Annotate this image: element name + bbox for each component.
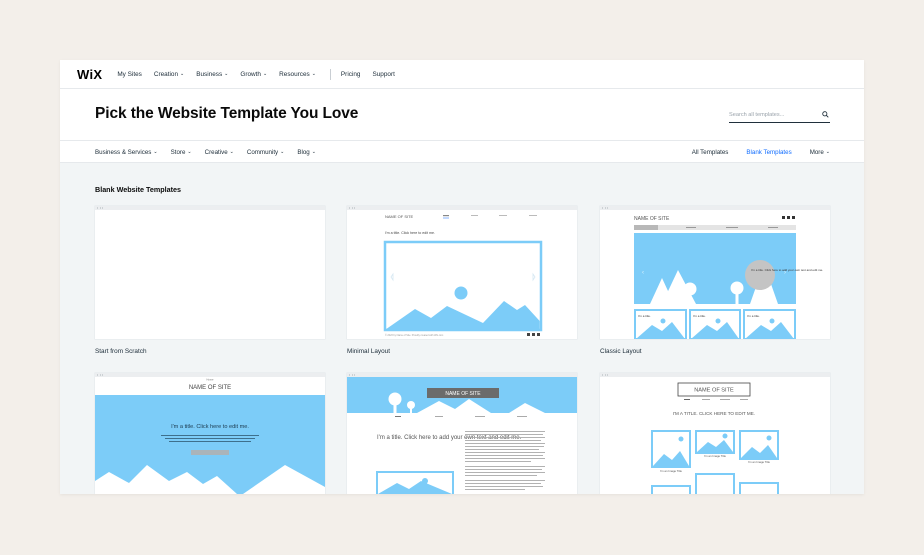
nav-my-sites[interactable]: My Sites — [117, 71, 142, 78]
nav-resources[interactable]: Resources ⌄ — [279, 71, 316, 78]
chevron-down-icon: ⌄ — [224, 71, 229, 77]
category-label: Business & Services — [95, 148, 152, 156]
more-menu[interactable]: More ⌄ — [810, 149, 830, 156]
nav-my-sites-label: My Sites — [117, 70, 142, 78]
thumb-site-name: NAME OF SITE — [445, 391, 481, 397]
category-label: Store — [170, 148, 186, 156]
top-nav: WiX My Sites Creation ⌄ Business ⌄ Growth ⌄… — [60, 60, 864, 89]
template-4-thumbnail: Home NAME OF SITE I'm a title. Click her… — [95, 378, 325, 494]
category-list: Business & Services ⌄ Store ⌄ Creative ⌄ Co… — [95, 141, 329, 163]
chevron-down-icon: ⌄ — [825, 149, 830, 155]
chevron-down-icon: ⌄ — [187, 149, 192, 155]
minimal-layout-thumbnail: NAME OF SITE I'm a title. Click here to … — [383, 214, 543, 337]
template-name[interactable]: Classic Layout — [600, 348, 642, 355]
category-store[interactable]: Store ⌄ — [171, 149, 192, 156]
nav-creation-label: Creation — [153, 70, 179, 78]
template-card-4[interactable]: Home NAME OF SITE I'm a title. Click her… — [95, 373, 325, 494]
wix-window: WiX My Sites Creation ⌄ Business ⌄ Growth ⌄… — [60, 60, 864, 494]
thumb-home-link: Home — [207, 378, 214, 382]
nav-business-label: Business — [196, 70, 223, 78]
thumb-footer: © 2023 by Name of Site. Proudly created … — [385, 334, 443, 337]
browser-bar — [95, 206, 325, 210]
chevron-down-icon: ⌄ — [180, 71, 185, 77]
thumb-site-name: NAME OF SITE — [634, 216, 670, 222]
nav-creation[interactable]: Creation ⌄ — [154, 71, 184, 78]
nav-business[interactable]: Business ⌄ — [196, 71, 228, 78]
thumb-bubble-text: I'm a title. Click here to add your own … — [751, 268, 823, 272]
blank-templates-link[interactable]: Blank Templates — [746, 149, 791, 156]
template-6-thumbnail: NAME OF SITE I'M A TITLE. CLICK HERE TO … — [651, 382, 779, 494]
thumb-site-name: NAME OF SITE — [694, 388, 734, 394]
thumb-title: I'm a title. Click here to edit me. — [171, 424, 249, 430]
template-card-5[interactable]: NAME OF SITE I'm a title. Click here to … — [347, 373, 577, 494]
template-filter-links: All Templates Blank Templates More ⌄ — [674, 141, 830, 163]
template-card-minimal[interactable]: NAME OF SITE I'm a title. Click here to … — [347, 206, 577, 339]
svg-text:‹: ‹ — [642, 270, 644, 276]
thumb-box-title: I'm a title. — [638, 314, 651, 318]
category-label: Community — [246, 148, 279, 156]
template-card-classic[interactable]: NAME OF SITE I'm a title. Click here to … — [600, 206, 830, 339]
thumb-image-caption: I'm an Image Title — [704, 454, 726, 458]
chevron-down-icon: ⌄ — [311, 71, 316, 77]
classic-layout-thumbnail: NAME OF SITE I'm a title. Click here to … — [634, 216, 823, 339]
thumb-site-name: NAME OF SITE — [189, 385, 231, 391]
search-icon[interactable] — [822, 111, 829, 118]
thumb-box-title: I'm a title. — [747, 314, 760, 318]
template-card-scratch[interactable] — [95, 206, 325, 339]
template-5-thumbnail: NAME OF SITE I'm a title. Click here to … — [347, 377, 577, 494]
thumb-image-caption: I'm an Image Title — [660, 469, 682, 473]
thumb-site-name: NAME OF SITE — [385, 214, 414, 219]
category-creative[interactable]: Creative ⌄ — [205, 149, 234, 156]
nav-resources-label: Resources — [279, 70, 310, 78]
more-label: More — [809, 148, 824, 156]
chevron-down-icon: ⌄ — [280, 149, 285, 155]
search-input[interactable] — [729, 108, 819, 122]
chevron-down-icon: ⌄ — [311, 149, 316, 155]
svg-text:›: › — [784, 270, 786, 276]
thumb-title: I'M A TITLE. CLICK HERE TO EDIT ME. — [673, 411, 755, 416]
thumb-image-caption: I'm an Image Title — [748, 460, 770, 464]
template-name[interactable]: Minimal Layout — [347, 348, 390, 355]
image-grid: I'm an Image Title I'm an Image Title I'… — [651, 430, 779, 494]
category-label: Blog — [297, 148, 310, 156]
category-community[interactable]: Community ⌄ — [247, 149, 285, 156]
nav-divider — [329, 68, 331, 80]
category-business-services[interactable]: Business & Services ⌄ — [95, 149, 158, 156]
chevron-down-icon: ⌄ — [153, 149, 158, 155]
all-templates-link[interactable]: All Templates — [692, 149, 729, 156]
category-label: Creative — [204, 148, 228, 156]
nav-pricing[interactable]: Pricing — [341, 71, 361, 78]
nav-support[interactable]: Support — [372, 71, 394, 78]
template-name[interactable]: Start from Scratch — [95, 348, 147, 355]
nav-growth[interactable]: Growth ⌄ — [240, 71, 267, 78]
thumb-box-title: I'm a title. — [693, 314, 706, 318]
search-box[interactable] — [729, 108, 830, 123]
wix-logo[interactable]: WiX — [77, 67, 102, 82]
nav-growth-label: Growth — [240, 70, 261, 78]
thumb-title: I'm a title. Click here to edit me. — [385, 231, 435, 235]
section-title: Blank Website Templates — [95, 185, 182, 194]
page-header: Pick the Website Template You Love — [60, 89, 864, 141]
page-title: Pick the Website Template You Love — [95, 105, 359, 122]
chevron-down-icon: ⌄ — [262, 71, 268, 77]
chevron-down-icon: ⌄ — [229, 149, 234, 155]
template-card-6[interactable]: NAME OF SITE I'M A TITLE. CLICK HERE TO … — [600, 373, 830, 494]
category-nav: Business & Services ⌄ Store ⌄ Creative ⌄ Co… — [60, 141, 864, 163]
category-blog[interactable]: Blog ⌄ — [297, 149, 316, 156]
